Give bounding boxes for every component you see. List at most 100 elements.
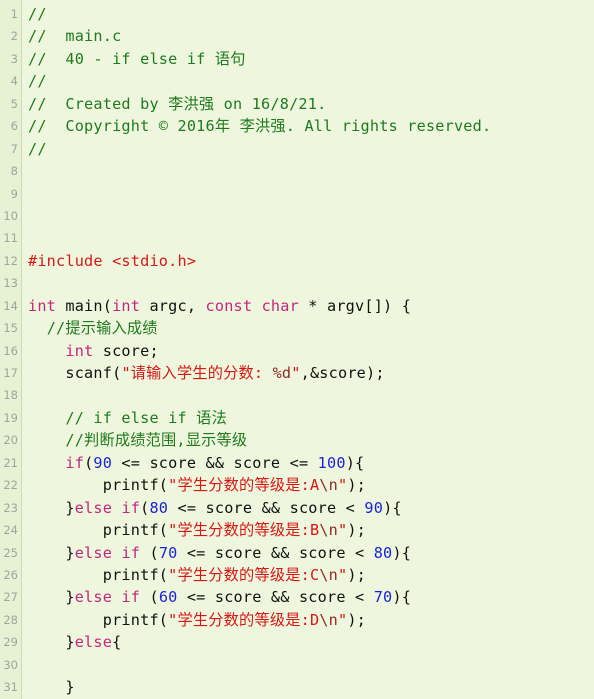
line-number: 24 bbox=[3, 523, 18, 538]
code-line[interactable]: // Created by 李洪强 on 16/8/21. bbox=[28, 93, 594, 115]
code-token: ); bbox=[347, 476, 367, 495]
code-line[interactable]: // bbox=[28, 138, 594, 160]
code-token: else bbox=[74, 543, 113, 562]
code-token: "学生分数的等级是:B bbox=[168, 521, 320, 540]
code-token: score; bbox=[93, 341, 159, 360]
line-number: 5 bbox=[10, 96, 18, 111]
code-token: ){ bbox=[345, 453, 365, 472]
code-token: else bbox=[74, 498, 113, 517]
code-token: " bbox=[337, 610, 348, 629]
code-token: ); bbox=[347, 521, 367, 540]
code-line[interactable]: // bbox=[28, 3, 594, 25]
code-editor-pane[interactable]: 1 2 3 4 5 6 7 8 9 10 11 12 13 14 15 16 17 18 19 20 21 22 23 24 2… bbox=[0, 0, 594, 699]
code-line[interactable]: // bbox=[28, 70, 594, 92]
code-token: // Created by 李洪强 on 16/8/21. bbox=[28, 94, 327, 113]
code-line[interactable]: #include <stdio.h> bbox=[28, 250, 594, 272]
line-number: 6 bbox=[10, 119, 18, 134]
code-line[interactable]: // main.c bbox=[28, 25, 594, 47]
line-number: 4 bbox=[10, 74, 18, 89]
code-token: " bbox=[337, 521, 348, 540]
code-token: "学生分数的等级是:C bbox=[168, 565, 320, 584]
line-number: 2 bbox=[10, 29, 18, 44]
code-token: printf( bbox=[28, 521, 169, 540]
code-token: <= score && score < bbox=[168, 498, 365, 517]
code-token: printf( bbox=[28, 476, 169, 495]
code-line[interactable]: printf("学生分数的等级是:A\n"); bbox=[28, 474, 594, 496]
code-line[interactable] bbox=[28, 160, 594, 182]
code-line[interactable] bbox=[28, 227, 594, 249]
code-line[interactable]: int score; bbox=[28, 340, 594, 362]
code-line[interactable] bbox=[28, 384, 594, 406]
line-number: 1 bbox=[10, 7, 18, 21]
code-token: 70 bbox=[158, 543, 178, 562]
line-number: 28 bbox=[3, 612, 18, 627]
code-token: <stdio.h> bbox=[112, 251, 197, 270]
code-token: ); bbox=[347, 565, 367, 584]
line-number: 19 bbox=[3, 410, 18, 425]
line-number: 27 bbox=[3, 590, 18, 605]
line-number: 29 bbox=[3, 635, 18, 650]
line-number: 12 bbox=[3, 253, 18, 268]
code-line[interactable] bbox=[28, 654, 594, 676]
code-token: ); bbox=[347, 610, 367, 629]
code-token: ( bbox=[140, 543, 159, 562]
code-line[interactable]: // Copyright © 2016年 李洪强. All rights res… bbox=[28, 115, 594, 137]
code-token: printf( bbox=[28, 610, 169, 629]
code-token: 90 bbox=[364, 498, 384, 517]
code-line[interactable]: }else if (70 <= score && score < 80){ bbox=[28, 542, 594, 564]
code-line[interactable]: //判断成绩范围,显示等级 bbox=[28, 429, 594, 451]
code-line[interactable]: }else if (60 <= score && score < 70){ bbox=[28, 586, 594, 608]
line-number: 31 bbox=[3, 680, 18, 695]
code-line[interactable]: // if else if 语法 bbox=[28, 407, 594, 429]
code-line[interactable]: //提示输入成绩 bbox=[28, 317, 594, 339]
line-number: 7 bbox=[10, 141, 18, 156]
code-token: } bbox=[28, 678, 75, 697]
line-number: 15 bbox=[3, 321, 18, 336]
line-number: 26 bbox=[3, 567, 18, 582]
code-line[interactable]: } bbox=[28, 676, 594, 698]
line-number-gutter[interactable]: 1 2 3 4 5 6 7 8 9 10 11 12 13 14 15 16 17 18 19 20 21 22 23 24 2… bbox=[0, 0, 22, 699]
code-line[interactable]: printf("学生分数的等级是:D\n"); bbox=[28, 609, 594, 631]
code-token: ( bbox=[84, 453, 94, 472]
code-line[interactable]: int main(int argc, const char * argv[]) … bbox=[28, 295, 594, 317]
code-token: argc, bbox=[140, 296, 206, 315]
code-token: else bbox=[74, 633, 113, 652]
code-line[interactable] bbox=[28, 183, 594, 205]
code-token: %d bbox=[272, 364, 292, 382]
code-token: int bbox=[65, 341, 94, 360]
code-line[interactable]: scanf("请输入学生的分数: %d",&score); bbox=[28, 362, 594, 384]
code-line[interactable] bbox=[28, 272, 594, 294]
line-number: 16 bbox=[3, 343, 18, 358]
code-token: #include bbox=[28, 251, 103, 270]
code-token: int bbox=[28, 296, 57, 315]
code-token: 60 bbox=[158, 588, 178, 607]
code-token: <= score && score < bbox=[177, 588, 374, 607]
code-token: //提示输入成绩 bbox=[46, 319, 158, 338]
code-line[interactable] bbox=[28, 205, 594, 227]
code-token: else bbox=[74, 588, 113, 607]
code-line[interactable]: // 40 - if else if 语句 bbox=[28, 48, 594, 70]
code-token: \n bbox=[319, 521, 338, 540]
code-line[interactable]: printf("学生分数的等级是:B\n"); bbox=[28, 519, 594, 541]
code-token: \n bbox=[319, 610, 338, 629]
code-token: // if else if 语法 bbox=[65, 408, 227, 427]
code-token: " bbox=[291, 364, 301, 382]
code-token: } bbox=[28, 588, 75, 607]
code-token: char bbox=[261, 296, 299, 315]
code-token: " bbox=[337, 565, 348, 584]
code-line[interactable]: if(90 <= score && score <= 100){ bbox=[28, 452, 594, 474]
code-token: " bbox=[337, 476, 348, 495]
line-number: 11 bbox=[3, 231, 18, 246]
code-line[interactable]: }else{ bbox=[28, 631, 594, 653]
line-number: 25 bbox=[3, 545, 18, 560]
code-token: ){ bbox=[392, 588, 412, 607]
line-number: 18 bbox=[3, 388, 18, 403]
code-token: "学生分数的等级是:A bbox=[168, 476, 320, 495]
code-line[interactable]: printf("学生分数的等级是:C\n"); bbox=[28, 564, 594, 586]
code-content-area[interactable]: // // main.c // 40 - if else if 语句 // // Cre… bbox=[22, 0, 594, 699]
code-token: "请输入学生的分数: bbox=[121, 364, 273, 382]
code-line[interactable]: }else if(80 <= score && score < 90){ bbox=[28, 497, 594, 519]
